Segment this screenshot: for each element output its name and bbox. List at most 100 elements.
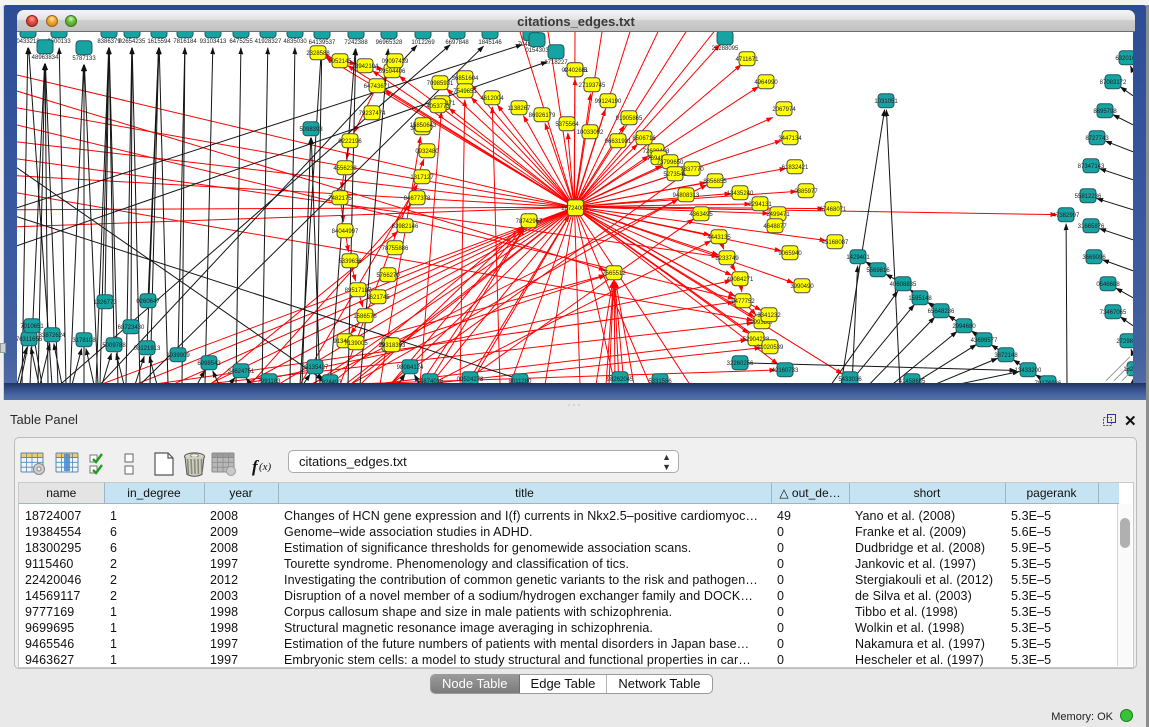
- svg-text:68723430: 68723430: [118, 325, 145, 331]
- svg-text:1031051: 1031051: [874, 99, 898, 105]
- svg-text:7565512: 7565512: [602, 271, 626, 277]
- svg-text:5331586: 5331586: [648, 379, 672, 383]
- svg-text:3178108: 3178108: [72, 338, 96, 344]
- svg-text:73467065: 73467065: [1100, 310, 1127, 316]
- svg-text:78742967: 78742967: [516, 219, 543, 225]
- svg-text:78755886: 78755886: [382, 246, 409, 252]
- svg-text:86926179: 86926179: [529, 113, 556, 119]
- svg-text:18724007: 18724007: [561, 206, 588, 212]
- svg-text:91905865: 91905865: [616, 116, 643, 122]
- svg-text:3669096: 3669096: [1082, 255, 1106, 261]
- svg-text:34624751: 34624751: [228, 369, 255, 375]
- svg-text:08121913: 08121913: [134, 346, 161, 352]
- svg-text:0385977: 0385977: [794, 189, 818, 195]
- svg-text:1586578: 1586578: [353, 314, 377, 320]
- svg-text:2729806: 2729806: [1116, 339, 1133, 345]
- svg-text:4443135: 4443135: [707, 235, 731, 241]
- svg-text:5787133: 5787133: [72, 56, 96, 62]
- svg-text:13433200: 13433200: [1015, 368, 1042, 374]
- svg-text:34874016: 34874016: [417, 379, 444, 383]
- svg-text:8856855: 8856855: [703, 179, 727, 185]
- svg-text:4835030: 4835030: [283, 39, 307, 45]
- svg-text:1939909: 1939909: [166, 353, 190, 359]
- svg-text:1845146: 1845146: [478, 40, 502, 46]
- svg-text:61832421: 61832421: [782, 165, 809, 171]
- svg-text:5766270: 5766270: [376, 273, 400, 279]
- svg-text:41928327: 41928327: [255, 39, 282, 45]
- svg-text:1326773: 1326773: [93, 300, 117, 306]
- svg-text:63982146: 63982146: [392, 224, 419, 230]
- svg-text:3341232: 3341232: [757, 313, 781, 319]
- svg-text:98262045: 98262045: [607, 377, 634, 383]
- svg-text:2499471: 2499471: [766, 212, 790, 218]
- svg-text:1615594: 1615594: [147, 39, 171, 45]
- svg-text:69594406: 69594406: [379, 69, 406, 75]
- svg-text:5009788: 5009788: [102, 343, 126, 349]
- svg-text:36851604: 36851604: [452, 76, 479, 82]
- svg-text:6475255: 6475255: [229, 39, 253, 45]
- svg-text:31665876: 31665876: [1078, 224, 1105, 230]
- svg-text:7816184: 7816184: [173, 39, 197, 45]
- svg-text:55812236: 55812236: [1075, 194, 1102, 200]
- svg-text:6998543: 6998543: [197, 361, 221, 367]
- svg-text:0952145: 0952145: [328, 59, 352, 65]
- svg-text:93103413: 93103413: [200, 39, 227, 45]
- svg-text:40084271: 40084271: [727, 277, 754, 283]
- svg-text:3990490: 3990490: [790, 284, 814, 290]
- svg-text:21020539: 21020539: [757, 345, 784, 351]
- svg-text:42160733: 42160733: [772, 368, 799, 374]
- svg-text:6320163: 6320163: [1115, 56, 1133, 62]
- svg-text:84044997: 84044997: [332, 229, 359, 235]
- svg-text:96965328: 96965328: [376, 40, 403, 46]
- svg-text:45168087: 45168087: [822, 240, 849, 246]
- svg-text:2067974: 2067974: [772, 107, 796, 113]
- svg-text:41458685: 41458685: [899, 379, 926, 383]
- svg-text:00524278: 00524278: [457, 377, 484, 383]
- svg-text:6697848: 6697848: [445, 40, 469, 46]
- svg-text:4363495: 4363495: [689, 212, 713, 218]
- svg-text:29318393: 29318393: [379, 343, 406, 349]
- svg-text:89517187: 89517187: [345, 288, 372, 294]
- svg-text:7139005: 7139005: [344, 341, 368, 347]
- svg-text:43699577: 43699577: [971, 338, 998, 344]
- svg-text:4648877: 4648877: [763, 224, 787, 230]
- svg-text:64139537: 64139537: [309, 40, 336, 46]
- svg-text:15850643: 15850643: [410, 123, 437, 129]
- svg-text:33942104: 33942104: [352, 64, 379, 70]
- svg-text:09097439: 09097439: [382, 59, 409, 65]
- svg-text:4964990: 4964990: [754, 80, 778, 86]
- svg-text:79176936: 79176936: [1035, 381, 1062, 383]
- svg-text:0546688: 0546688: [1096, 282, 1120, 288]
- svg-text:4053773: 4053773: [426, 104, 450, 110]
- svg-text:47382997: 47382997: [1053, 213, 1080, 219]
- svg-text:96631931: 96631931: [605, 139, 632, 145]
- svg-text:79237474: 79237474: [359, 111, 386, 117]
- svg-text:4556238: 4556238: [333, 166, 357, 172]
- svg-text:1824493: 1824493: [318, 380, 342, 383]
- svg-text:25135427: 25135427: [302, 365, 329, 371]
- svg-text:2294131: 2294131: [748, 202, 772, 208]
- svg-text:7837770: 7837770: [680, 167, 704, 173]
- svg-text:7991183: 7991183: [258, 379, 282, 383]
- svg-text:7242388: 7242388: [344, 40, 368, 46]
- svg-text:5433036: 5433036: [838, 377, 862, 383]
- svg-text:8506716: 8506716: [632, 136, 656, 142]
- svg-text:13435240: 13435240: [727, 191, 754, 197]
- svg-text:99124190: 99124190: [595, 99, 622, 105]
- svg-text:9065940: 9065940: [778, 251, 802, 257]
- svg-text:1595148: 1595148: [908, 296, 932, 302]
- svg-text:0932480: 0932480: [415, 149, 439, 155]
- svg-text:2328588: 2328588: [306, 51, 330, 57]
- svg-text:8727743: 8727743: [1085, 136, 1109, 142]
- svg-text:27193745: 27193745: [579, 83, 606, 89]
- svg-text:33872624: 33872624: [39, 333, 66, 339]
- svg-text:02402681: 02402681: [562, 68, 589, 74]
- svg-text:65648236: 65648236: [928, 309, 955, 315]
- svg-text:1429401: 1429401: [846, 255, 870, 261]
- svg-text:10033092: 10033092: [577, 130, 604, 136]
- svg-text:2994680: 2994680: [952, 324, 976, 330]
- svg-text:0154303: 0154303: [525, 48, 549, 54]
- svg-text:8895798: 8895798: [1093, 109, 1117, 115]
- svg-text:4711671: 4711671: [736, 57, 760, 63]
- svg-text:67468071: 67468071: [820, 207, 847, 213]
